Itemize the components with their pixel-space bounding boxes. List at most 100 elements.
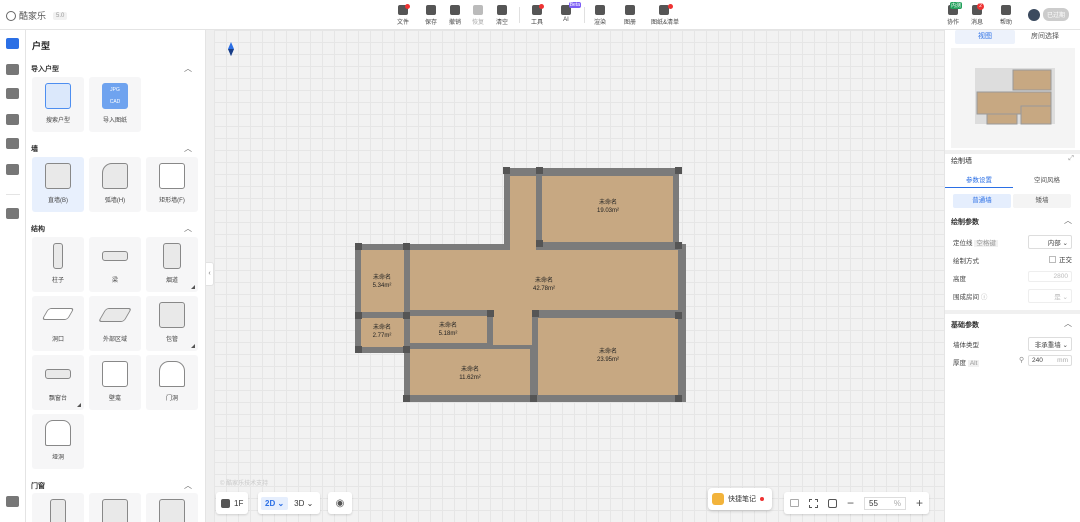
thickness-input[interactable]: 240 mm: [1028, 355, 1072, 366]
arc-wall-tile[interactable]: 弧墙(H): [89, 157, 141, 212]
rect-wall-tile[interactable]: 矩形墙(F): [146, 157, 198, 212]
pillar-tile[interactable]: 柱子: [32, 237, 84, 292]
outer-area-tile[interactable]: 外部区域: [89, 296, 141, 351]
catalog-title: 户型: [32, 41, 51, 51]
tab-view[interactable]: 视图: [955, 30, 1015, 44]
import-drawing-tile[interactable]: JPG CAD 导入图纸: [89, 77, 141, 132]
tab-params[interactable]: 参数设置: [945, 174, 1013, 188]
opening-tile[interactable]: 洞口: [32, 296, 84, 351]
tools-button[interactable]: 工具: [526, 3, 548, 27]
chevron-up-icon[interactable]: ︿: [1064, 318, 1072, 329]
arch-tile[interactable]: 垭洞: [32, 414, 84, 469]
view-3d-toggle[interactable]: 3D ⌄: [290, 497, 317, 510]
chevron-up-icon[interactable]: ︿: [184, 223, 192, 234]
double-door-tile[interactable]: [89, 493, 141, 522]
keyboard-icon[interactable]: [6, 496, 19, 507]
furniture-icon[interactable]: [6, 64, 19, 75]
room-area: 19.03m²: [597, 208, 619, 214]
drawings-button[interactable]: 图纸&清单: [651, 3, 679, 27]
cabinet-icon[interactable]: [6, 164, 19, 175]
normal-wall-toggle[interactable]: 普通墙: [953, 194, 1011, 208]
save-button[interactable]: 保存: [420, 3, 442, 27]
zoom-out-button[interactable]: −: [847, 496, 854, 510]
design-canvas[interactable]: 未命名 19.03m² 未命名 5.34m² 未命名 42.78m² 未命名 2…: [214, 30, 944, 522]
enclose-room-select[interactable]: 是 ⌄: [1028, 289, 1072, 303]
help-button[interactable]: 帮助: [995, 3, 1017, 27]
lighting-icon[interactable]: [6, 88, 19, 99]
view-2d-toggle[interactable]: 2D ⌄: [261, 496, 289, 510]
low-wall-toggle[interactable]: 矮墙: [1013, 194, 1071, 208]
positioning-select[interactable]: 内部 ⌄: [1028, 235, 1072, 249]
account-menu[interactable]: 已过期: [1028, 8, 1070, 21]
file-button[interactable]: 文件: [392, 3, 414, 27]
user-model-icon[interactable]: [6, 138, 19, 149]
broom-icon: [497, 5, 507, 15]
album-button[interactable]: 图册: [619, 3, 641, 27]
zoom-area-icon[interactable]: [828, 498, 837, 508]
zoom-input[interactable]: 55 %: [864, 496, 907, 510]
plugin-icon[interactable]: [6, 208, 19, 219]
room-floor[interactable]: [361, 250, 404, 312]
height-input[interactable]: 2800: [1028, 271, 1072, 282]
collapse-panel-button[interactable]: ‹: [206, 262, 214, 286]
layers-icon: [221, 498, 230, 508]
chevron-up-icon[interactable]: ︿: [184, 63, 192, 74]
flue-tile[interactable]: 烟道: [146, 237, 198, 292]
info-icon[interactable]: ⓘ: [981, 294, 988, 301]
minimap[interactable]: [951, 48, 1075, 148]
room-area: 5.18m²: [439, 331, 458, 337]
floorplan-layers-icon[interactable]: [6, 38, 19, 49]
quick-notes-button[interactable]: 快捷笔记: [708, 488, 772, 510]
door-opening-icon: [159, 361, 185, 387]
room-name: 未命名: [373, 273, 391, 281]
redo-button[interactable]: 恢复: [467, 3, 489, 27]
tab-space-style[interactable]: 空间风格: [1013, 174, 1080, 188]
fit-view-icon[interactable]: [809, 498, 818, 508]
section-title-doors-windows: 门窗: [31, 483, 45, 490]
straight-wall-tile[interactable]: 直墙(B): [32, 157, 84, 212]
chevron-up-icon[interactable]: ︿: [184, 143, 192, 154]
material-icon[interactable]: [6, 114, 19, 125]
search-floorplan-tile[interactable]: 搜索户型: [32, 77, 84, 132]
app-logo[interactable]: 酷家乐 5.0: [6, 9, 68, 22]
wall-type-select[interactable]: 非承重墙 ⌄: [1028, 337, 1072, 351]
left-icon-bar: [0, 30, 26, 522]
screenshot-icon[interactable]: [790, 499, 799, 507]
undo-button[interactable]: 撤销: [444, 3, 466, 27]
bay-window-tile[interactable]: 飘窗台: [32, 355, 84, 410]
beam-tile[interactable]: 梁: [89, 237, 141, 292]
messages-button[interactable]: 2 消息: [966, 3, 988, 27]
chevron-up-icon[interactable]: ︿: [1064, 215, 1072, 226]
collab-button[interactable]: 内测 协作: [942, 2, 964, 27]
door-opening-tile[interactable]: 门洞: [146, 355, 198, 410]
expand-icon[interactable]: ⤢: [1068, 155, 1074, 163]
niche-tile[interactable]: 壁龛: [89, 355, 141, 410]
notes-icon: [712, 493, 724, 505]
ai-button[interactable]: Beta AI: [555, 2, 581, 27]
tab-room-select[interactable]: 房间选择: [1015, 30, 1075, 44]
orthogonal-checkbox[interactable]: 正交: [1049, 254, 1072, 264]
sub-tabs: 参数设置 空间风格: [945, 174, 1080, 188]
section-title-import: 导入户型: [31, 66, 59, 73]
room-floor[interactable]: [410, 316, 487, 343]
visibility-button[interactable]: ◉: [328, 492, 352, 514]
pipe-cover-tile[interactable]: 包管: [146, 296, 198, 351]
draw-mode-label: 绘制方式: [953, 258, 979, 265]
window-tile[interactable]: [146, 493, 198, 522]
lock-icon[interactable]: ⚲: [1019, 356, 1024, 364]
render-button[interactable]: 渲染: [589, 3, 611, 27]
floor-selector[interactable]: 1F: [216, 492, 249, 514]
rect-wall-icon: [159, 163, 185, 189]
notification-dot: [668, 4, 673, 9]
chevron-up-icon[interactable]: ︿: [184, 480, 192, 491]
height-label: 高度: [953, 276, 966, 283]
room-name: 未命名: [599, 347, 617, 355]
door-tile[interactable]: [32, 493, 84, 522]
floorplan[interactable]: 未命名 19.03m² 未命名 5.34m² 未命名 42.78m² 未命名 2…: [214, 30, 944, 522]
room-floor[interactable]: [510, 176, 536, 250]
clear-button[interactable]: 清空: [491, 3, 513, 27]
room-floor[interactable]: [493, 310, 532, 345]
zoom-in-button[interactable]: +: [916, 496, 923, 510]
search-floorplan-icon: [45, 83, 71, 109]
view-mode-switch: 2D ⌄ 3D ⌄: [258, 492, 321, 514]
